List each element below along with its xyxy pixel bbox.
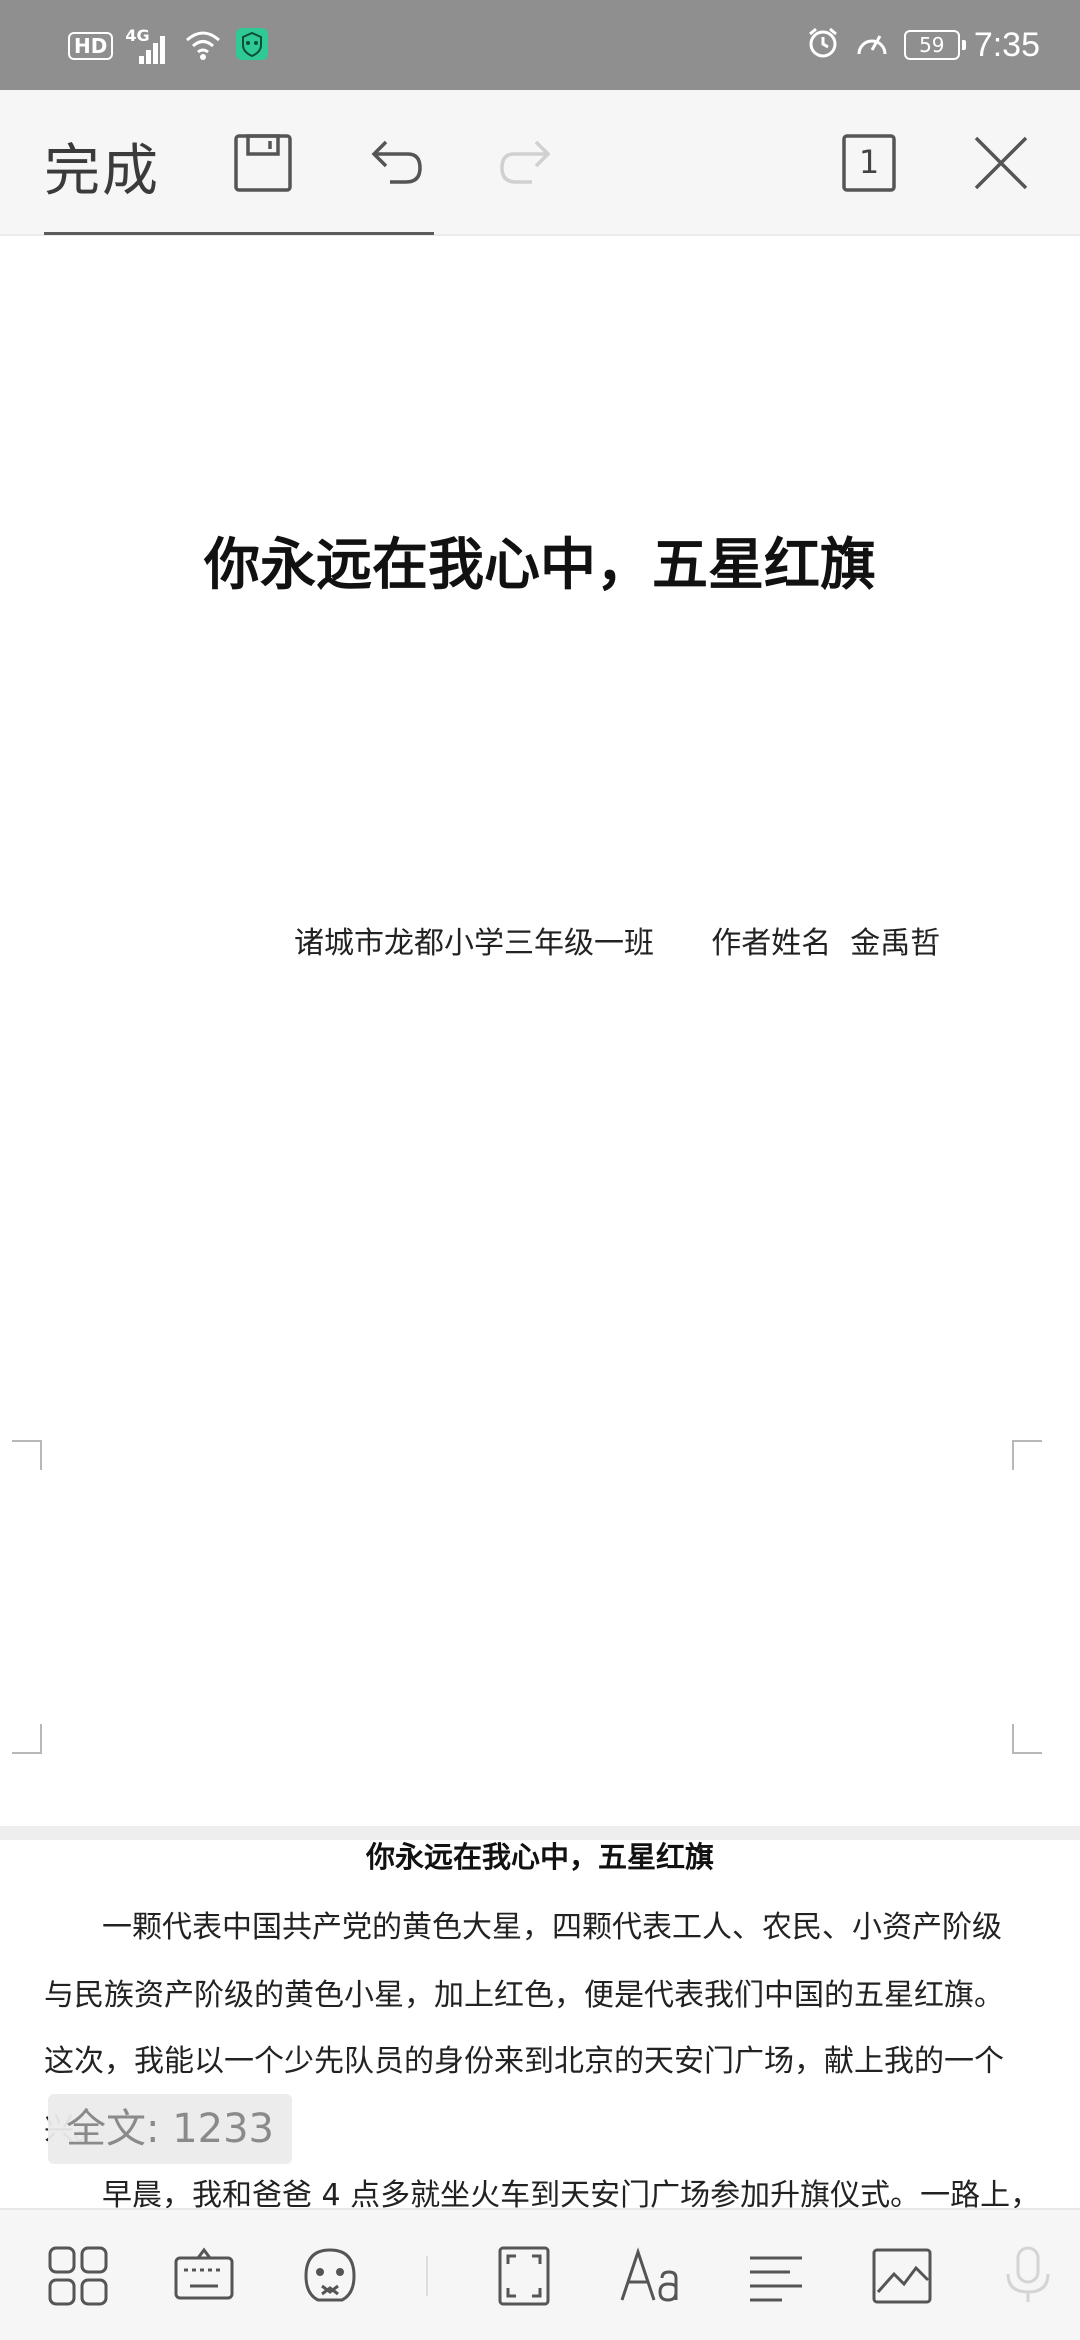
paragraph-icon[interactable] [744, 2244, 808, 2308]
done-underline [44, 232, 434, 235]
done-button[interactable]: 完成 [44, 126, 160, 207]
undo-icon[interactable] [362, 130, 428, 196]
paragraph-line: 这次，我能以一个少先队员的身份来到北京的天安门广场，献上我的一个 [44, 2044, 1004, 2079]
keyboard-icon[interactable] [172, 2244, 236, 2308]
status-bar: HD 4G 59 7:35 [0, 0, 1080, 90]
margin-corner-mark [1012, 1440, 1042, 1470]
toolbar-divider [426, 2256, 428, 2296]
redo-icon [494, 130, 560, 196]
image-icon[interactable] [870, 2244, 934, 2308]
font-icon[interactable] [618, 2244, 682, 2308]
sticker-icon[interactable] [298, 2244, 362, 2308]
page1-author-line: 诸城市龙都小学三年级一班 作者姓名 金禹哲 [294, 926, 941, 961]
word-editor-screen: HD 4G 59 7:35 完成 1 你永远在我心中，五星红旗 诸城市龙都小学三… [0, 0, 1080, 2340]
margin-corner-mark [1012, 1724, 1042, 1754]
network-type-label: 4G [125, 26, 150, 45]
shield-app-icon [235, 27, 269, 65]
page-indicator-label: 1 [858, 143, 880, 181]
bottom-toolbar [0, 2208, 1080, 2340]
status-right-group: 59 7:35 [806, 22, 1040, 68]
apps-icon[interactable] [46, 2244, 110, 2308]
page2-title: 你永远在我心中，五星红旗 [365, 1840, 714, 1874]
editor-toolbar: 完成 1 [0, 90, 1080, 236]
page1-title: 你永远在我心中，五星红旗 [204, 533, 876, 598]
microphone-icon [996, 2244, 1060, 2308]
paragraph-line: 与民族资产阶级的黄色小星，加上红色，便是代表我们中国的五星红旗。 [44, 1978, 1004, 2013]
word-count-badge: 全文: 1233 [48, 2094, 292, 2164]
save-icon[interactable] [230, 130, 296, 196]
page-count-icon[interactable]: 1 [836, 130, 902, 196]
signal-icon: 4G [125, 26, 171, 66]
margin-corner-mark [12, 1724, 42, 1754]
status-left-group: HD 4G [68, 24, 269, 68]
wifi-icon [183, 26, 223, 66]
fullscreen-icon[interactable] [492, 2244, 556, 2308]
clock-time: 7:35 [973, 25, 1040, 64]
close-icon[interactable] [968, 130, 1034, 196]
speed-icon [854, 26, 890, 64]
paragraph-line: 一颗代表中国共产党的黄色大星，四颗代表工人、农民、小资产阶级 [102, 1910, 1002, 1945]
alarm-icon [806, 26, 840, 64]
hd-badge: HD [68, 32, 114, 60]
margin-corner-mark [12, 1440, 42, 1470]
battery-icon: 59 [903, 30, 966, 60]
